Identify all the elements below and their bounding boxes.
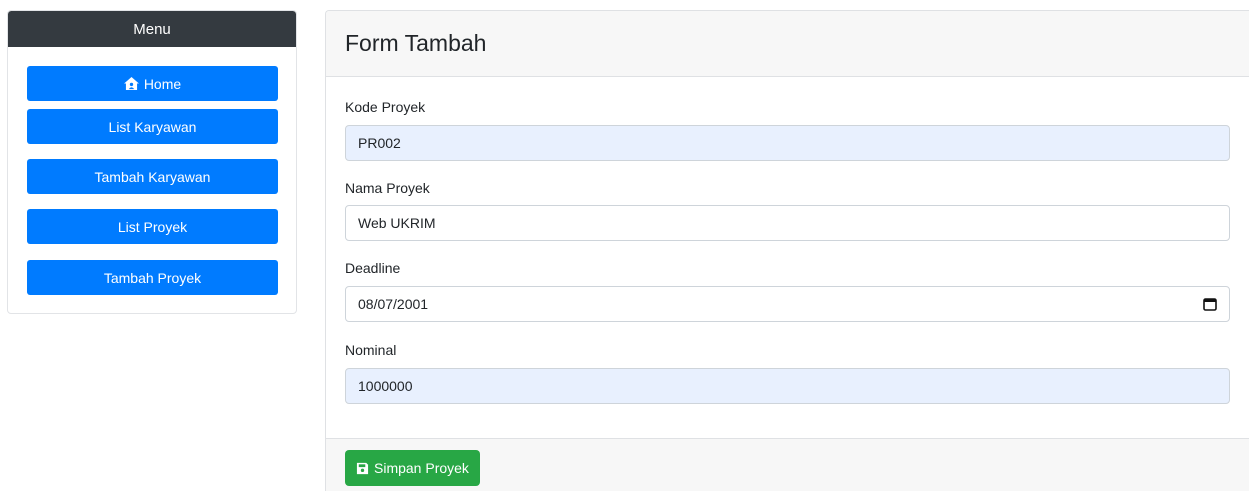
kode-proyek-value: PR002: [358, 135, 401, 151]
house-user-icon: [123, 77, 139, 90]
form-card-body: Kode Proyek PR002 Nama Proyek Web UKRIM …: [326, 77, 1249, 438]
sidebar-item-label: Tambah Proyek: [103, 269, 202, 286]
deadline-date-input[interactable]: 08/07/2001: [345, 286, 1230, 322]
page: Menu Home List Karyawan Tambah Karyawan …: [0, 0, 1249, 491]
sidebar-header: Menu: [8, 11, 296, 47]
simpan-proyek-label: Simpan Proyek: [374, 460, 469, 476]
page-title: Form Tambah: [345, 30, 487, 56]
sidebar-item-tambah-karyawan[interactable]: Tambah Karyawan: [27, 159, 278, 194]
kode-proyek-label: Kode Proyek: [345, 99, 426, 115]
sidebar-item-home[interactable]: Home: [27, 66, 278, 101]
deadline-label: Deadline: [345, 260, 401, 276]
save-icon: [356, 462, 369, 475]
sidebar-item-label: List Karyawan: [108, 118, 197, 135]
sidebar-item-label: Tambah Karyawan: [94, 168, 211, 185]
nominal-label: Nominal: [345, 342, 397, 358]
calendar-icon[interactable]: [1203, 297, 1217, 311]
nama-proyek-label: Nama Proyek: [345, 180, 430, 196]
kode-proyek-input[interactable]: PR002: [345, 125, 1230, 161]
nominal-value: 1000000: [358, 378, 413, 394]
nominal-input[interactable]: 1000000: [345, 368, 1230, 404]
simpan-proyek-button[interactable]: Simpan Proyek: [345, 450, 480, 486]
form-card-header: Form Tambah: [326, 11, 1249, 77]
nama-proyek-value: Web UKRIM: [358, 215, 436, 231]
sidebar-item-list-karyawan[interactable]: List Karyawan: [27, 109, 278, 144]
sidebar-menu: Menu Home List Karyawan Tambah Karyawan …: [7, 10, 297, 314]
form-card-footer: Simpan Proyek: [326, 438, 1249, 491]
form-card: Form Tambah Kode Proyek PR002 Nama Proye…: [325, 10, 1249, 491]
sidebar-item-label: List Proyek: [117, 218, 188, 235]
sidebar-item-label: Home: [143, 75, 182, 92]
nama-proyek-input[interactable]: Web UKRIM: [345, 205, 1230, 241]
sidebar-item-list-proyek[interactable]: List Proyek: [27, 209, 278, 244]
deadline-value: 08/07/2001: [358, 296, 429, 312]
sidebar-item-tambah-proyek[interactable]: Tambah Proyek: [27, 260, 278, 295]
